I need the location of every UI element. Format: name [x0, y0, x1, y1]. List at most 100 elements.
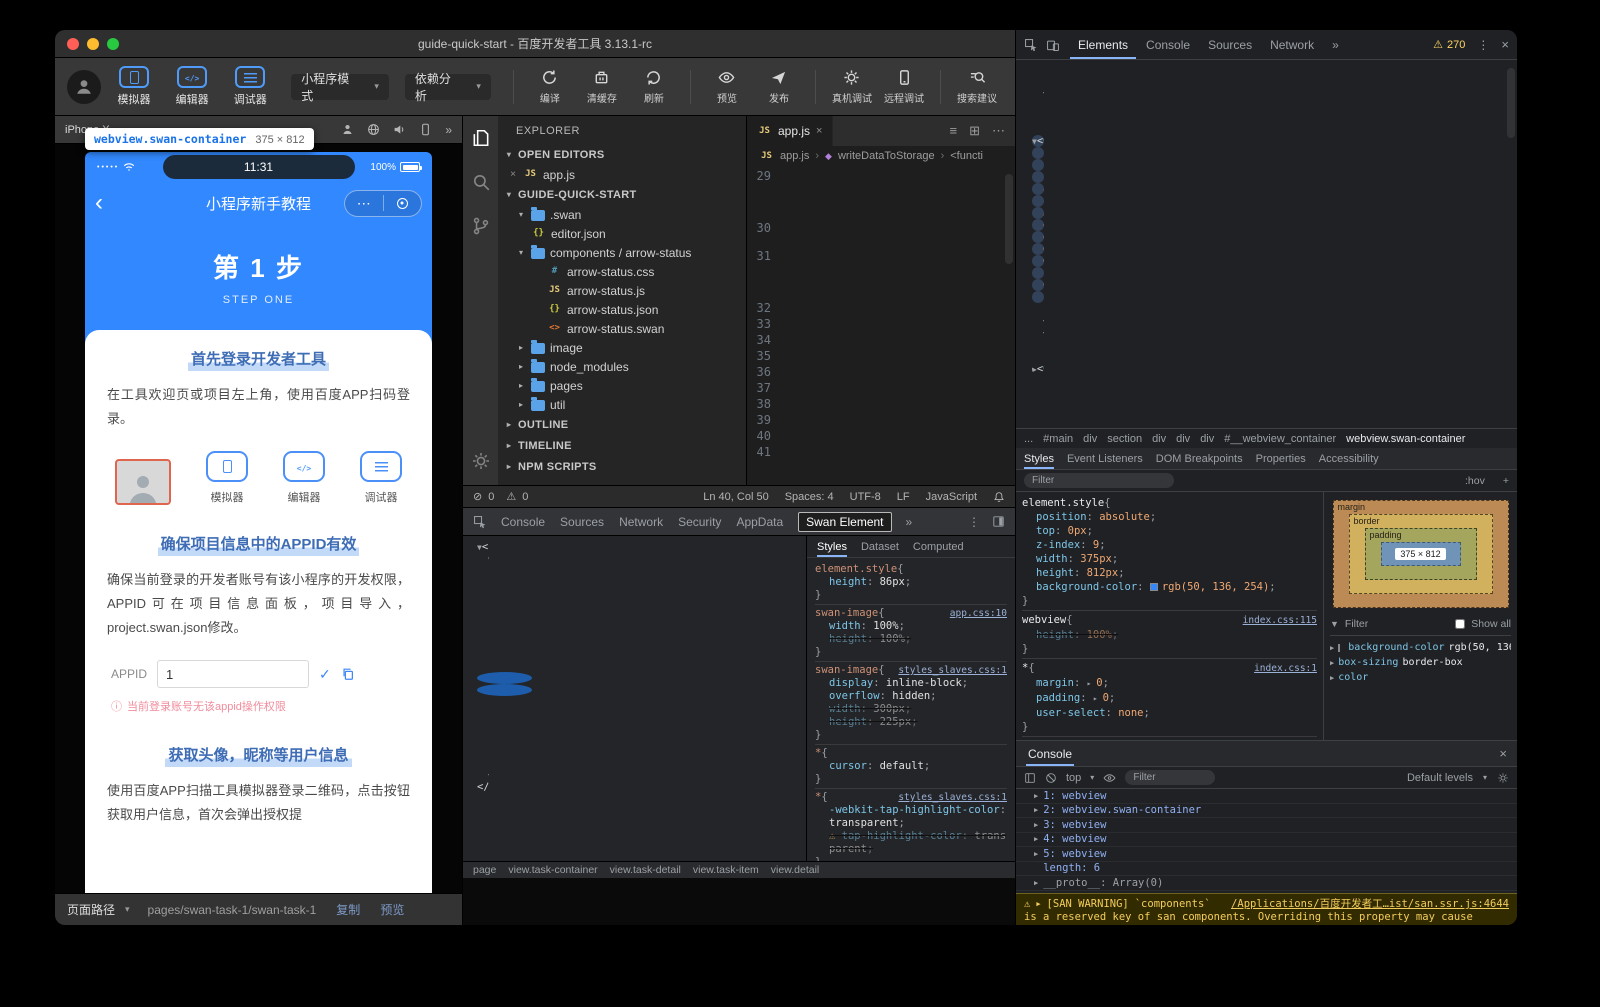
- swan-elements-tree[interactable]: ▼<page>▼<view class="task-container">▶<v…: [463, 536, 806, 861]
- file-tree-item[interactable]: arrow-status.js: [498, 281, 746, 300]
- swan-css-rules[interactable]: element.style {height: 86px;} swan-image …: [807, 558, 1015, 861]
- element-row[interactable]: e%22%3Afalse%7D" useragent="Mozilla/5.0 …: [1032, 231, 1044, 243]
- more-actions-icon[interactable]: ⋯: [992, 123, 1005, 139]
- expand-arrow-icon[interactable]: ▶: [1036, 900, 1040, 908]
- computed-property-row[interactable]: ▶ color: [1330, 670, 1511, 685]
- breadcrumb-item[interactable]: #main: [1043, 433, 1073, 445]
- console-entry[interactable]: ▶ 3: webview: [1016, 818, 1517, 833]
- miniprogram-mode-dropdown[interactable]: 小程序模式▾: [291, 74, 389, 100]
- globe-icon[interactable]: [367, 123, 380, 136]
- close-tab-icon[interactable]: ×: [816, 125, 822, 137]
- swan-element-row[interactable]: </view>: [477, 756, 499, 768]
- css-property[interactable]: height: 86px;: [815, 576, 1007, 589]
- element-row[interactable]: ght%22%3A88%2C%22showSetting%22%3Afalse%…: [1032, 219, 1044, 231]
- zoom-button[interactable]: [107, 38, 119, 50]
- dependency-analysis-dropdown[interactable]: 依赖分析▾: [405, 74, 491, 100]
- language-mode[interactable]: JavaScript: [926, 491, 977, 503]
- css-property[interactable]: height: 100%;: [815, 633, 1007, 646]
- element-row[interactable]: "webSecurity=0" partition="persist:baidu…: [1032, 375, 1044, 387]
- css-property[interactable]: width: 100%;: [815, 620, 1007, 633]
- account-icon[interactable]: [341, 123, 354, 136]
- element-row[interactable]: Gecko) Mobile/15E217 swan/2.21.0 swan-ba…: [1032, 255, 1044, 267]
- preview-button[interactable]: 预览: [701, 69, 753, 105]
- swan-element-row[interactable]: </view>: [477, 768, 489, 780]
- element-row[interactable]: height: 100%;"></section>: [1032, 75, 1044, 87]
- user-avatar[interactable]: [67, 70, 101, 104]
- collapse-panel-icon[interactable]: »: [445, 123, 452, 137]
- kebab-menu-icon[interactable]: ⋮: [1477, 38, 1489, 52]
- issues-warning-badge[interactable]: ⚠270: [1433, 38, 1465, 51]
- breadcrumb-item[interactable]: div: [1176, 433, 1190, 445]
- file-tree-item[interactable]: ▸ node_modules: [498, 357, 746, 376]
- css-rule[interactable]: * {cursor: default;}: [815, 745, 1007, 789]
- file-tree-item[interactable]: arrow-status.css: [498, 262, 746, 281]
- box-model-border[interactable]: border padding 375 × 812: [1349, 514, 1493, 594]
- element-row[interactable]: </webview>: [1032, 315, 1044, 327]
- element-row[interactable]: app.asar/dist/src/window/renderer/compon…: [1032, 183, 1044, 195]
- color-swatch[interactable]: [1150, 583, 1158, 591]
- devtools-tab[interactable]: Security: [678, 515, 721, 529]
- devtools-tab[interactable]: Console: [501, 515, 545, 529]
- css-property[interactable]: position: absolute;: [1022, 510, 1317, 524]
- element-row[interactable]: ▶#shadow-root (open): [1032, 303, 1054, 315]
- element-row[interactable]: "webSecurity=0" partition="persist:baidu…: [1032, 147, 1044, 159]
- console-entry[interactable]: ▶ 4: webview: [1016, 833, 1517, 848]
- page-path-label[interactable]: 页面路径: [67, 901, 115, 918]
- compile-button[interactable]: 编译: [524, 69, 576, 105]
- eye-icon[interactable]: [1103, 773, 1116, 783]
- swan-element-row[interactable]: <image mode="widthFix" src="/image/1-1.p…: [477, 672, 532, 684]
- computed-property-row[interactable]: ▶ background-color rgb(50, 136, 254): [1330, 640, 1511, 655]
- css-property[interactable]: ⚠ tap-highlight-color: transparent;: [815, 830, 1007, 856]
- more-tabs-chevron[interactable]: »: [906, 515, 913, 529]
- close-button[interactable]: [67, 38, 79, 50]
- breadcrumb-item[interactable]: webview.swan-container: [1346, 433, 1465, 445]
- breadcrumb-item[interactable]: page: [473, 864, 496, 876]
- css-property[interactable]: background-color: rgb(50, 136, 254);: [1022, 580, 1317, 594]
- search-icon[interactable]: [471, 172, 491, 192]
- source-link[interactable]: /Applications/百度开发者工…ist/san.ssr.js:4644: [1231, 896, 1509, 911]
- expand-arrow-icon[interactable]: ▶: [1034, 850, 1038, 858]
- console-sidebar-icon[interactable]: [1024, 772, 1036, 784]
- panel-tab[interactable]: Event Listeners: [1067, 453, 1143, 465]
- file-tree-item[interactable]: ▸ image: [498, 338, 746, 357]
- css-property[interactable]: z-index: 9;: [1022, 538, 1317, 552]
- dock-side-icon[interactable]: [992, 515, 1005, 528]
- element-row[interactable]: 0px; z-index: 9; width: 375px; height: 8…: [1032, 279, 1044, 291]
- console-entry[interactable]: ▶ 1: webview: [1016, 789, 1517, 804]
- device-toolbar-icon[interactable]: [1046, 38, 1060, 52]
- expand-arrow-icon[interactable]: ▶: [1330, 659, 1334, 667]
- breadcrumb-item[interactable]: div: [1152, 433, 1166, 445]
- close-drawer-icon[interactable]: ×: [1499, 746, 1507, 761]
- css-property[interactable]: height: 225px;: [815, 716, 1007, 729]
- css-rule[interactable]: * {index.css:1margin: ▸ 0;padding: ▸ 0;u…: [1022, 659, 1317, 737]
- css-property[interactable]: width: 300px;: [815, 703, 1007, 716]
- css-rules-list[interactable]: element.style {position: absolute;top: 0…: [1016, 492, 1324, 740]
- swan-element-row[interactable]: ▼<view class="detail-content">: [477, 660, 521, 672]
- devtools-tab[interactable]: Sources: [1200, 31, 1260, 59]
- explorer-icon[interactable]: [471, 128, 491, 148]
- more-tabs-chevron[interactable]: »: [1326, 38, 1345, 52]
- breadcrumb[interactable]: app.js › ◆ writeDataToStorage › <functi: [747, 146, 1015, 166]
- element-row[interactable]: height: 100%; z-index: 9; background-col…: [1032, 111, 1044, 123]
- breadcrumb-item[interactable]: view.detail: [771, 864, 819, 876]
- real-device-debug-button[interactable]: 真机调试: [826, 69, 878, 105]
- css-rule[interactable]: * {styles_slaves.css:1-webkit-tap-highli…: [815, 789, 1007, 861]
- elements-scrollbar[interactable]: [1507, 68, 1515, 138]
- swan-element-row[interactable]: ▼<view class="task-detail">: [477, 576, 499, 588]
- element-row[interactable]: Application%20Support/%E7%99%BE%E5%BA%A6…: [1032, 207, 1044, 219]
- breadcrumb-item[interactable]: view.task-container: [508, 864, 597, 876]
- console-log-area[interactable]: ▶ 1: webview ▶ 2: webview.swan-container…: [1016, 789, 1517, 893]
- element-row[interactable]: height: 100%;"></section>: [1032, 351, 1044, 363]
- inspected-image-placeholder[interactable]: [115, 459, 171, 505]
- swan-element-row[interactable]: ▶<view class="task-footer">…</view>: [477, 744, 510, 756]
- css-property[interactable]: width: 375px;: [1022, 552, 1317, 566]
- css-rule[interactable]: element.style {height: 86px;}: [815, 561, 1007, 605]
- css-rule[interactable]: swan-image {styles_slaves.css:1display: …: [815, 662, 1007, 745]
- expand-arrow-icon[interactable]: ▶: [1034, 806, 1038, 814]
- css-property[interactable]: cursor: default;: [815, 760, 1007, 773]
- css-property[interactable]: top: 0px;: [1022, 524, 1317, 538]
- swan-element-row[interactable]: </view>: [477, 636, 521, 648]
- css-property[interactable]: overflow: hidden;: [815, 690, 1007, 703]
- devtools-tab[interactable]: Console: [1138, 31, 1198, 59]
- home-button[interactable]: [384, 198, 422, 209]
